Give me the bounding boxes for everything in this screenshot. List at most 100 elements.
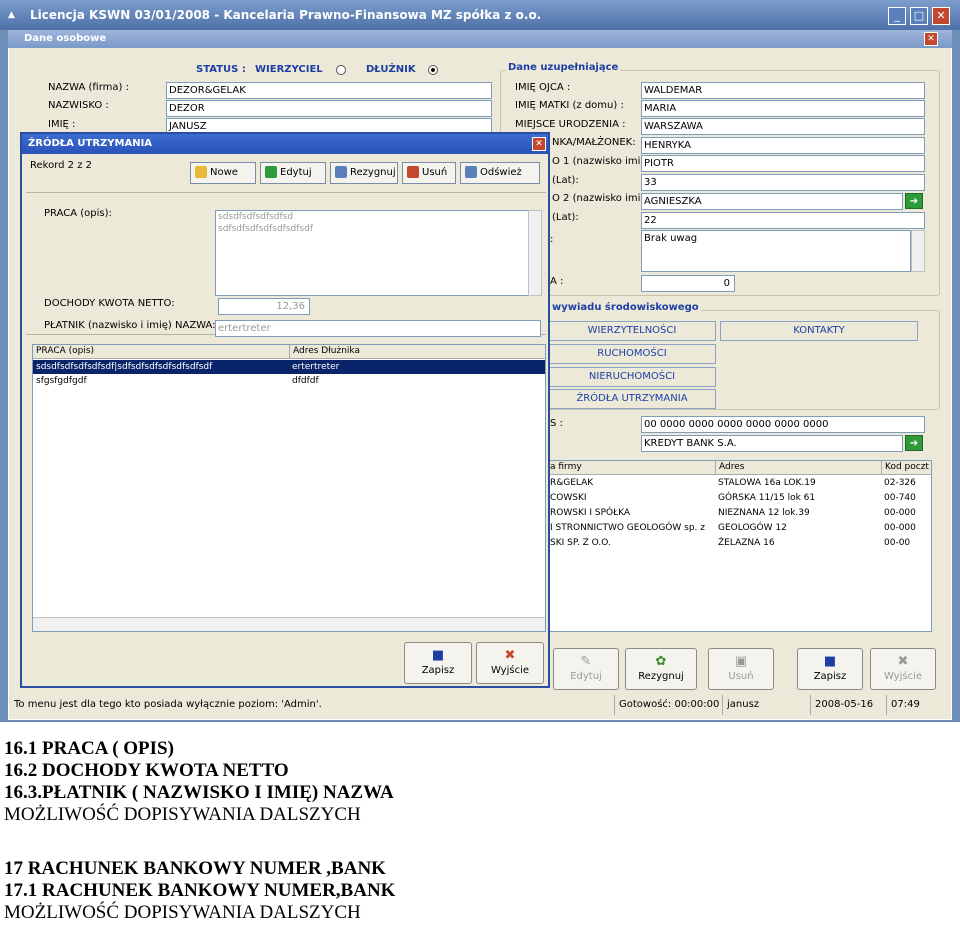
- child2-go-icon[interactable]: ➔: [905, 193, 923, 209]
- doc-line: 17 RACHUNEK BANKOWY NUMER ,BANK: [4, 858, 386, 879]
- form-delete-button[interactable]: ▣ Usuń: [708, 648, 774, 690]
- dialog-exit-button[interactable]: ✖ Wyjście: [476, 642, 544, 684]
- father-label: IMIĘ OJCA :: [515, 82, 571, 93]
- work-line: sdfsdfsdfsdfsdfsdfsdf: [218, 224, 313, 234]
- table-cell[interactable]: SKI SP. Z O.O.: [547, 536, 715, 550]
- table-cell[interactable]: sfgsfgdfgdf: [33, 374, 289, 388]
- delete-button[interactable]: Usuń: [402, 162, 456, 184]
- claims-button[interactable]: WIERZYTELNOŚCI: [548, 321, 716, 341]
- doc-line: 16.2 DOCHODY KWOTA NETTO: [4, 760, 289, 781]
- table-cell[interactable]: ŻELAZNA 16: [715, 536, 881, 550]
- cancel-icon: ✿: [655, 654, 667, 669]
- firstname-label: IMIĘ :: [48, 119, 76, 130]
- edit-button[interactable]: Edytuj: [260, 162, 326, 184]
- table-cell[interactable]: 00-740: [881, 491, 931, 505]
- close-button[interactable]: ✕: [932, 7, 950, 25]
- age1-field[interactable]: 33: [641, 174, 925, 191]
- refresh-button[interactable]: Odśwież: [460, 162, 540, 184]
- table-cell[interactable]: GEOLOGÓW 12: [715, 521, 881, 535]
- notes-label: :: [550, 234, 554, 245]
- table-cell[interactable]: GÓRSKA 11/15 lok 61: [715, 491, 881, 505]
- exit-icon: ✖: [897, 654, 909, 669]
- income-sources-button[interactable]: ŹRÓDŁA UTRZYMANIA: [548, 389, 716, 409]
- work-scrollbar[interactable]: [528, 210, 542, 296]
- column-header[interactable]: Adres: [715, 461, 881, 475]
- birthplace-field[interactable]: WARSZAWA: [641, 118, 925, 135]
- minimize-button[interactable]: _: [888, 7, 906, 25]
- doc-line: MOŻLIWOŚĆ DOPISYWANIA DALSZYCH: [4, 804, 361, 825]
- doc-line: 16.1 PRACA ( OPIS): [4, 738, 174, 759]
- child2-field[interactable]: AGNIESZKA: [641, 193, 903, 210]
- table-cell[interactable]: 00-00: [881, 536, 931, 550]
- notes-scrollbar[interactable]: [911, 230, 925, 272]
- table-cell[interactable]: sdsdfsdfsdfsdfsdf|sdfsdfsdfsdfsdfsdfsdf: [33, 360, 289, 374]
- father-field[interactable]: WALDEMAR: [641, 82, 925, 99]
- count-field[interactable]: 0: [641, 275, 735, 292]
- doc-line: 17.1 RACHUNEK BANKOWY NUMER,BANK: [4, 880, 396, 901]
- bank-field[interactable]: KREDYT BANK S.A.: [641, 435, 903, 452]
- contacts-button[interactable]: KONTAKTY: [720, 321, 918, 341]
- child1-field[interactable]: PIOTR: [641, 155, 925, 172]
- surname-label: NAZWISKO :: [48, 100, 109, 111]
- name-label: NAZWA (firma) :: [48, 82, 129, 93]
- status-creditor-radio[interactable]: [336, 65, 346, 75]
- column-header[interactable]: a firmy: [547, 461, 715, 475]
- companies-table[interactable]: a firmy Adres Kod poczt R&GELAK STALOWA …: [546, 460, 932, 632]
- exit-icon: ✖: [504, 648, 516, 663]
- age2-field[interactable]: 22: [641, 212, 925, 229]
- status-time: 07:49: [886, 695, 920, 715]
- mother-field[interactable]: MARIA: [641, 100, 925, 117]
- form-close-button[interactable]: ✕: [924, 32, 938, 46]
- status-label: STATUS :: [196, 64, 246, 75]
- work-label: PRACA (opis):: [44, 208, 112, 219]
- table-cell[interactable]: STALOWA 16a LOK.19: [715, 476, 881, 490]
- realestate-button[interactable]: NIERUCHOMOŚCI: [548, 367, 716, 387]
- dialog-close-button[interactable]: ✕: [532, 137, 546, 151]
- form-edit-button[interactable]: ✎ Edytuj: [553, 648, 619, 690]
- maximize-button[interactable]: □: [910, 7, 928, 25]
- record-counter: Rekord 2 z 2: [30, 160, 92, 171]
- name-field[interactable]: DEZOR&GELAK: [166, 82, 492, 99]
- form-save-button[interactable]: ■ Zapisz: [797, 648, 863, 690]
- table-cell[interactable]: 02-326: [881, 476, 931, 490]
- horizontal-scrollbar[interactable]: [33, 617, 545, 631]
- age1-label: (Lat):: [552, 175, 579, 186]
- table-cell[interactable]: COWSKI: [547, 491, 715, 505]
- table-cell[interactable]: ROWSKI I SPÓŁKA: [547, 506, 715, 520]
- age2-label: (Lat):: [552, 212, 579, 223]
- dialog-save-button[interactable]: ■ Zapisz: [404, 642, 472, 684]
- cancel-button[interactable]: Rezygnuj: [330, 162, 398, 184]
- surname-field[interactable]: DEZOR: [166, 100, 492, 117]
- spouse-field[interactable]: HENRYKA: [641, 137, 925, 154]
- status-debtor-radio[interactable]: [428, 65, 438, 75]
- cancel-icon: [335, 166, 347, 178]
- movables-button[interactable]: RUCHOMOŚCI: [548, 344, 716, 364]
- save-icon: ■: [431, 648, 445, 663]
- column-header[interactable]: Kod poczt: [881, 461, 931, 475]
- status-creditor-label: WIERZYCIEL: [255, 64, 323, 75]
- form-exit-button[interactable]: ✖ Wyjście: [870, 648, 936, 690]
- bank-go-icon[interactable]: ➔: [905, 435, 923, 451]
- work-field[interactable]: sdsdfsdfsdfsdfsd sdfsdfsdfsdfsdfsdfsdf: [215, 210, 529, 296]
- income-field[interactable]: 12,36: [218, 298, 310, 315]
- form-cancel-button[interactable]: ✿ Rezygnuj: [625, 648, 697, 690]
- income-grid[interactable]: PRACA (opis) Adres Dłużnika sdsdfsdfsdfs…: [32, 344, 546, 632]
- payer-field[interactable]: ertertreter: [215, 320, 541, 337]
- table-cell[interactable]: 00-000: [881, 506, 931, 520]
- table-cell[interactable]: NIEZNANA 12 lok.39: [715, 506, 881, 520]
- table-cell[interactable]: dfdfdf: [289, 374, 545, 388]
- form-title: Dane osobowe: [8, 30, 952, 48]
- table-cell[interactable]: ertertreter: [289, 360, 545, 374]
- refresh-icon: [465, 166, 477, 178]
- status-ready: Gotowość: 00:00:00: [614, 695, 719, 715]
- new-button[interactable]: Nowe: [190, 162, 256, 184]
- edit-icon: [265, 166, 277, 178]
- table-cell[interactable]: I STRONNICTWO GEOLOGÓW sp. z: [547, 521, 715, 535]
- table-cell[interactable]: 00-000: [881, 521, 931, 535]
- account-field[interactable]: 00 0000 0000 0000 0000 0000 0000: [641, 416, 925, 433]
- column-header[interactable]: PRACA (opis): [33, 345, 289, 359]
- dialog-title: ŹRÓDŁA UTRZYMANIA: [22, 134, 548, 154]
- column-header[interactable]: Adres Dłużnika: [289, 345, 545, 359]
- table-cell[interactable]: R&GELAK: [547, 476, 715, 490]
- notes-field[interactable]: Brak uwag: [641, 230, 911, 272]
